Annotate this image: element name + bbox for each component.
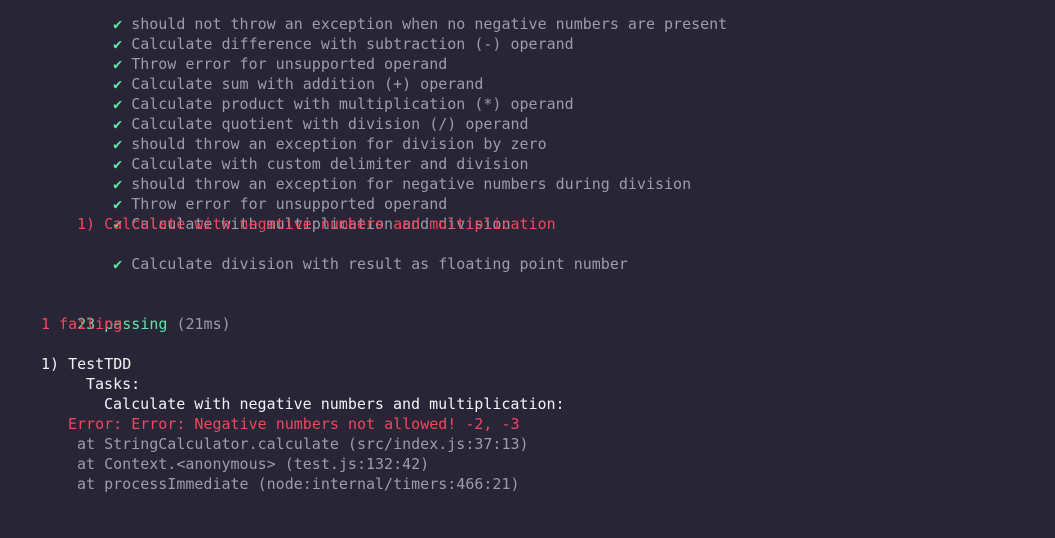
test-result-row: ✔ Calculate quotient with division (/) o… — [77, 94, 528, 133]
stack-trace-line: at Context.<anonymous> (test.js:132:42) — [77, 455, 430, 473]
failure-header: 1) TestTDD — [41, 355, 132, 373]
test-duration: (21ms) — [176, 315, 231, 333]
test-result-row: ✔ Calculate division with result as floa… — [77, 234, 628, 273]
failing-count: 1 failing — [41, 315, 123, 333]
failure-error-message: Error: Error: Negative numbers not allow… — [68, 415, 520, 433]
test-result-row: ✔ Calculate product with multiplication … — [77, 74, 574, 113]
test-result-row: ✔ Calculate sum with addition (+) operan… — [77, 54, 483, 93]
stack-trace-line: at processImmediate (node:internal/timer… — [77, 475, 520, 493]
test-result-row: ✔ Calculate with custom delimiter and di… — [77, 134, 528, 173]
failure-test-name: Calculate with negative numbers and mult… — [104, 395, 565, 413]
stack-trace-line: at StringCalculator.calculate (src/index… — [77, 435, 529, 453]
terminal-output: ✔ should not throw an exception when no … — [0, 0, 1055, 538]
passing-summary: 23 passing (21ms) — [41, 294, 231, 333]
test-result-row: ✔ should throw an exception for division… — [77, 114, 546, 153]
test-result-row: ✔ Throw error for unsupported operand — [77, 34, 447, 73]
test-result-row: ✔ should not throw an exception when no … — [77, 0, 727, 33]
test-result-row: ✔ Calculate with multiplication and divi… — [77, 194, 510, 233]
check-icon: ✔ — [113, 255, 123, 273]
test-result-row: ✔ should throw an exception for negative… — [77, 154, 691, 193]
failure-suite: Tasks: — [86, 375, 141, 393]
test-title: Calculate division with result as floati… — [131, 255, 628, 273]
failed-test-row: 1) Calculate with negative numbers and m… — [77, 215, 556, 233]
test-result-row: ✔ Throw error for unsupported operand — [77, 174, 447, 213]
test-result-row: ✔ Calculate difference with subtraction … — [77, 14, 574, 53]
